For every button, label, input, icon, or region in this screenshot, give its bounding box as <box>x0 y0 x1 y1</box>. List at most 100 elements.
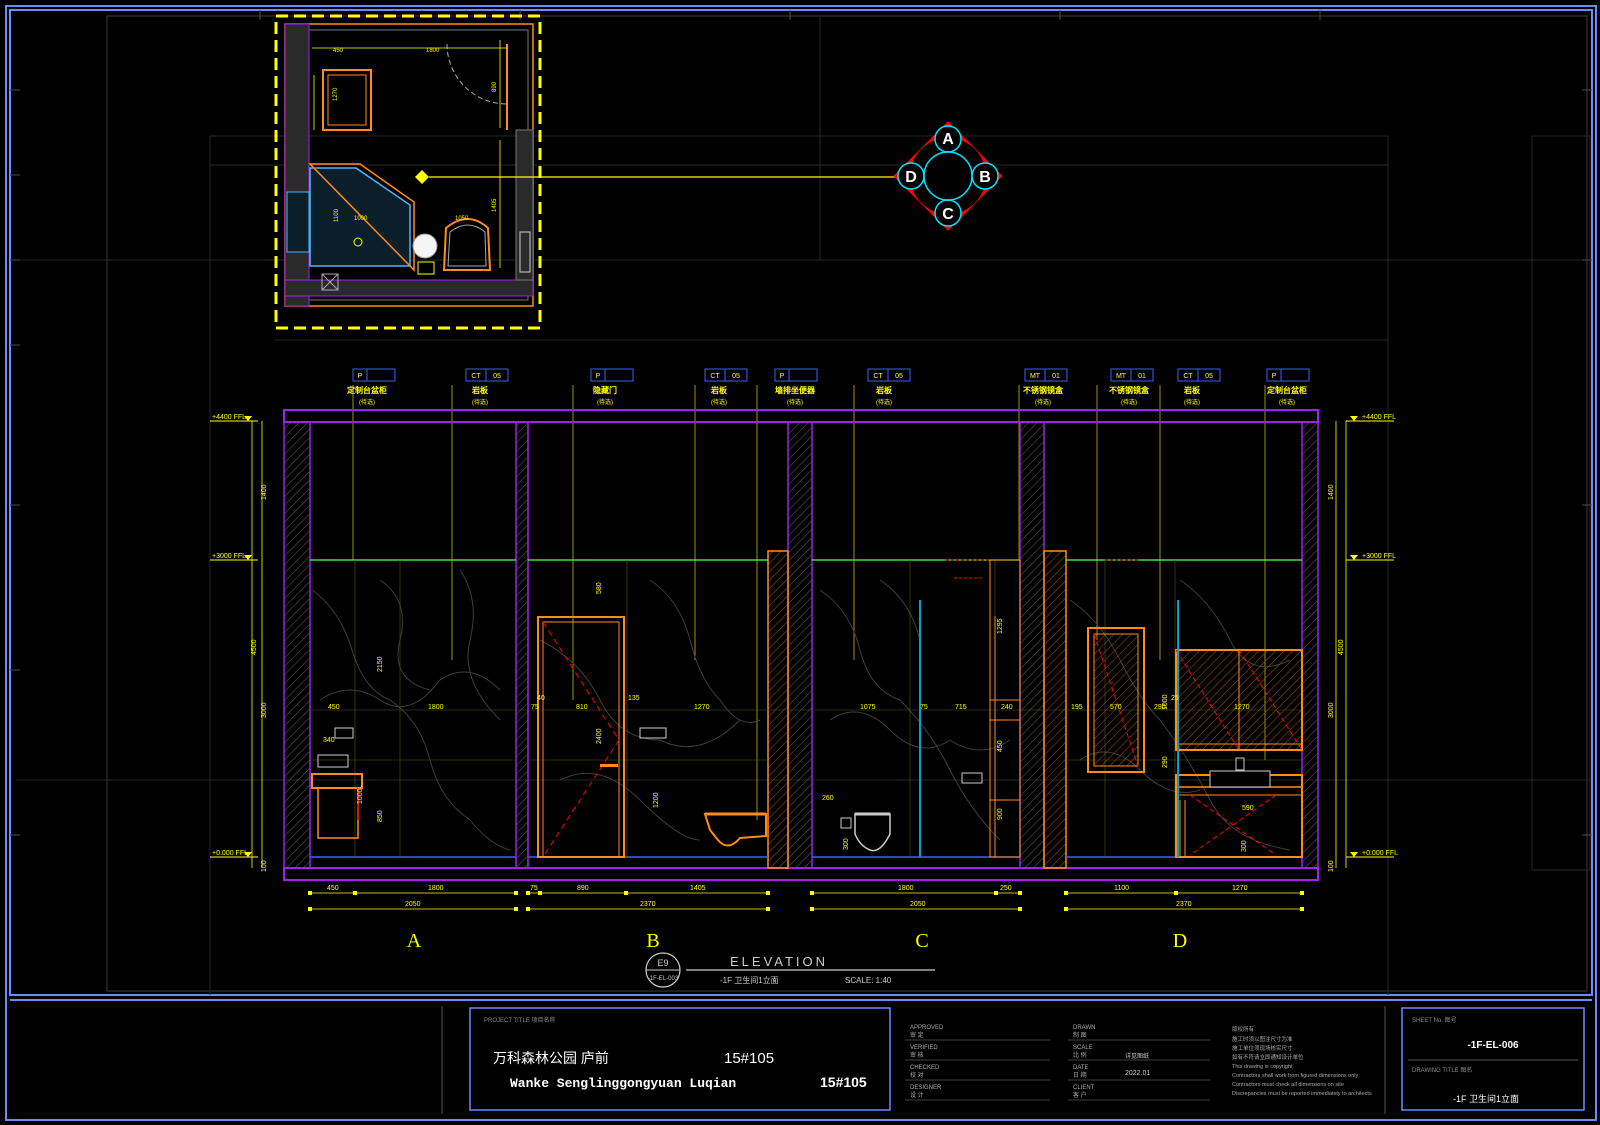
vanity-basin-icon <box>1209 770 1271 788</box>
project-name-en: Wanke Senglinggongyuan Luqian <box>510 1076 736 1091</box>
role-label-cn: 设 计 <box>910 1091 924 1099</box>
dim-label: 40 <box>537 695 545 702</box>
note-line: Discrepancies must be reported immediate… <box>1232 1091 1372 1097</box>
note-line: 如有不符请立即通知设计单位 <box>1232 1053 1304 1061</box>
level-left-mid: +3000 FFL <box>210 553 258 561</box>
dim-label: 2400 <box>596 728 603 744</box>
toilet-side-icon <box>854 813 891 852</box>
level-left-top: +4400 FFL <box>210 414 258 422</box>
sheet-no: -1F-EL-006 <box>1467 1040 1519 1051</box>
dim-label: 570 <box>1110 704 1122 711</box>
title-tag-top: E9 <box>657 958 668 968</box>
tag-num: 05 <box>493 373 501 380</box>
tag-num: 05 <box>1205 373 1213 380</box>
dim-label: 1000 <box>357 788 364 804</box>
dim-label: 450 <box>997 740 1004 752</box>
level-label: +0.000 FFL <box>212 850 248 857</box>
role-label-cn: 比 例 <box>1073 1051 1087 1059</box>
dim-label: 2050 <box>910 901 926 908</box>
tag-label: 不锈钢镜盒 <box>1023 385 1064 395</box>
material-tag: CT 05 岩板 (待选) <box>853 368 911 660</box>
level-right-top: +4400 FFL <box>1346 414 1396 422</box>
note-line: Contractors must check all dimensions on… <box>1232 1082 1344 1088</box>
tag-code: CT <box>1183 373 1193 380</box>
dim-label: 4500 <box>251 639 258 655</box>
level-label: +3000 FFL <box>212 553 246 560</box>
plan-dim: 1270 <box>333 87 339 101</box>
dim-label: 4500 <box>1338 639 1345 655</box>
title-block: PROJECT TITLE 项目名称 万科森林公园 庐前 15#105 Wank… <box>10 999 1592 1114</box>
drawing-title: E9 -1F-EL-003 ELEVATION -1F 卫生间1立面 SCALE… <box>645 952 935 988</box>
hidden-door-leaf <box>542 621 620 858</box>
drawing-title-label: DRAWING TITLE 图名 <box>1412 1066 1472 1074</box>
role-label-cn: 制 图 <box>1073 1031 1087 1039</box>
title-scale: SCALE: 1:40 <box>845 976 892 985</box>
plan-niche <box>286 191 310 253</box>
level-label: +4400 FFL <box>1362 414 1396 421</box>
tag-num: 01 <box>1138 373 1146 380</box>
tag-label: 岩板 <box>875 385 893 395</box>
plan-toilet-icon <box>442 218 492 271</box>
hidden-door <box>537 616 625 858</box>
plan-dim: 1800 <box>426 48 440 54</box>
plan-dim: 450 <box>333 48 344 54</box>
tag-label: 岩板 <box>710 385 728 395</box>
tag-label: 不锈钢镜盒 <box>1109 385 1150 395</box>
dim-label: 1405 <box>690 885 706 892</box>
tag-label: 岩板 <box>471 385 489 395</box>
elevation-drawings: 450 1800 340 2150 1000 850 75 40 810 135… <box>283 409 1319 881</box>
tag-label: 定制台盆柜 <box>346 385 387 395</box>
dim-label: 340 <box>323 737 335 744</box>
duct-box <box>1043 550 1067 869</box>
dim-label: 290 <box>1162 756 1169 768</box>
dim-label: 715 <box>955 704 967 711</box>
plan-vanity <box>322 69 372 131</box>
dim-label: 3000 <box>1328 702 1335 718</box>
floor-slab <box>283 867 1319 881</box>
tag-label: 隐藏门 <box>593 385 617 395</box>
dim-label: 1270 <box>1232 885 1248 892</box>
dim-label: 890 <box>577 885 589 892</box>
role-label-cn: 日 期 <box>1073 1071 1087 1079</box>
role-label-cn: 校 对 <box>910 1071 924 1079</box>
tag-sub: (待选) <box>597 398 613 406</box>
plan-dim: 1000 <box>354 216 368 222</box>
cad-drawing-sheet: 450 1800 1270 890 1100 1000 1050 1405 A … <box>5 5 1597 1121</box>
level-label: +0.000 FFL <box>1362 850 1398 857</box>
dim-label: 1270 <box>1234 704 1250 711</box>
dim-label: 900 <box>997 808 1004 820</box>
dim-label: 1000 <box>1162 694 1169 710</box>
tag-label: 岩板 <box>1183 385 1201 395</box>
tag-sub: (待选) <box>1184 398 1200 406</box>
flush-button-icon <box>840 817 852 829</box>
tag-sub: (待选) <box>1035 398 1051 406</box>
elevation-index-symbol: A B C D <box>893 121 1003 231</box>
note-line: 施工时须以图注尺寸为准 <box>1232 1035 1293 1043</box>
index-letter: B <box>979 169 991 186</box>
title-sub: -1F 卫生间1立面 <box>720 975 779 985</box>
material-tag: CT 05 岩板 (待选) <box>694 368 748 660</box>
wall-section <box>283 421 311 869</box>
dim-label: 1100 <box>1114 885 1129 892</box>
dim-label: 260 <box>822 795 834 802</box>
tag-code: P <box>358 373 363 380</box>
note-line: This drawing is copyright <box>1232 1064 1293 1070</box>
note-line: 版权所有 <box>1232 1025 1255 1033</box>
tag-code: CT <box>873 373 883 380</box>
tag-sub: (待选) <box>787 398 803 406</box>
level-label: +4400 FFL <box>212 414 246 421</box>
dim-label: 300 <box>1241 840 1248 852</box>
elevation-letter-a: A <box>407 930 422 952</box>
tag-label: 墙排坐便器 <box>775 385 816 395</box>
copyright-notes: 版权所有 施工时须以图注尺寸为准 施工单位须现场核实尺寸 如有不符请立即通知设计… <box>1232 1025 1372 1097</box>
tag-code: P <box>1272 373 1277 380</box>
tag-code: P <box>780 373 785 380</box>
role-label: DESIGNER <box>910 1085 942 1091</box>
door-handle <box>600 764 618 767</box>
index-letter: A <box>942 131 954 148</box>
dim-label: 240 <box>1001 704 1013 711</box>
plan-door-swing <box>446 43 508 105</box>
duct-box <box>767 550 789 869</box>
dim-label: 3000 <box>261 702 268 718</box>
project-label: PROJECT TITLE 项目名称 <box>484 1016 555 1024</box>
